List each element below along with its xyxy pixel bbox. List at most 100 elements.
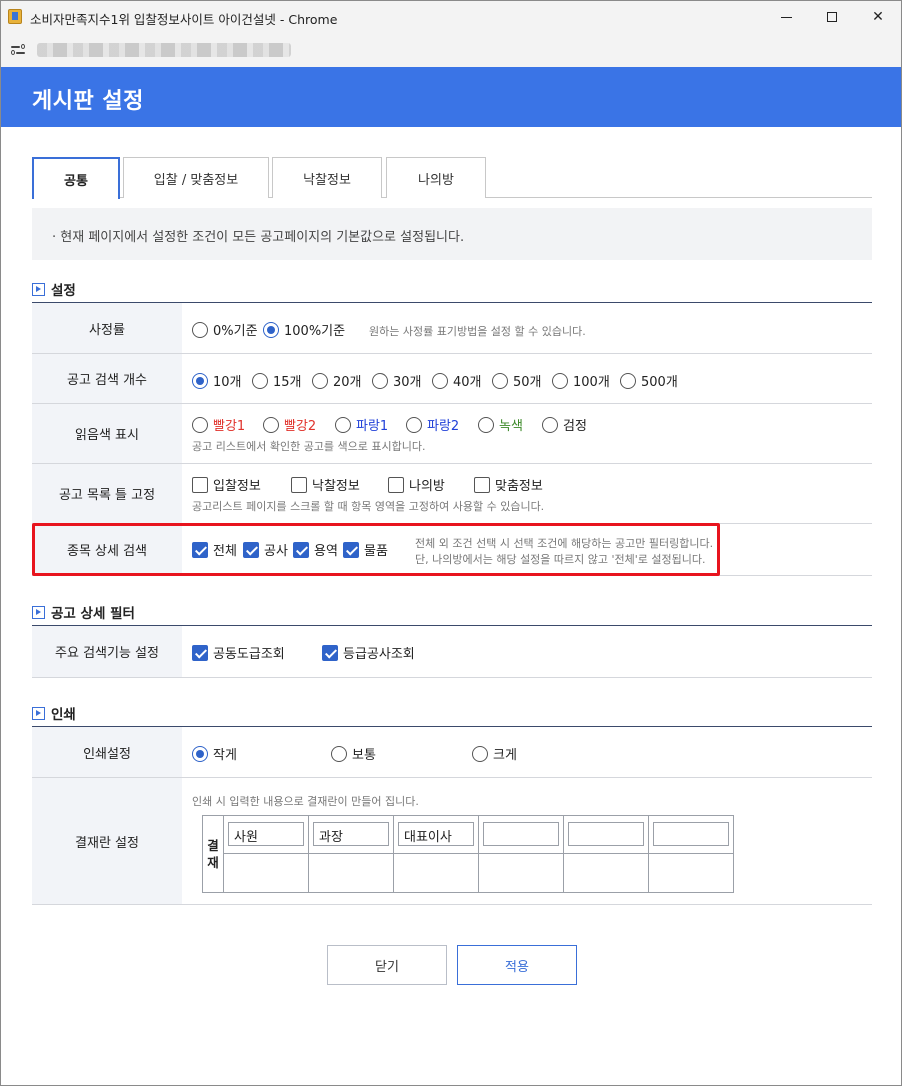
count-option-20[interactable]: 20개	[312, 371, 362, 390]
fix-option-custom[interactable]: 맞춤정보	[474, 475, 543, 494]
count-option-10[interactable]: 10개	[192, 371, 242, 390]
approval-field-6[interactable]	[653, 822, 729, 846]
radio-icon	[542, 416, 558, 433]
minimize-button[interactable]	[763, 1, 809, 33]
checkbox-checked-icon	[192, 644, 208, 661]
approval-field-4[interactable]	[483, 822, 559, 846]
section-settings-title: 설정	[51, 283, 76, 299]
joint-contract-option[interactable]: 공동도급조회	[192, 643, 285, 662]
read-color-label: 읽음색 표시	[32, 404, 182, 463]
option-label: 30개	[393, 375, 422, 390]
print-setting-label: 인쇄설정	[32, 727, 182, 777]
option-label: 파랑1	[356, 419, 389, 434]
fix-option-my-room[interactable]: 나의방	[388, 475, 445, 494]
count-option-30[interactable]: 30개	[372, 371, 422, 390]
site-settings-icon[interactable]	[11, 43, 25, 57]
apply-button[interactable]: 적용	[457, 945, 577, 985]
option-label: 15개	[273, 375, 302, 390]
count-option-40[interactable]: 40개	[432, 371, 482, 390]
radio-icon	[312, 372, 328, 389]
tab-common[interactable]: 공통	[32, 157, 120, 199]
option-label: 입찰정보	[213, 479, 261, 494]
option-label: 0%기준	[213, 324, 258, 339]
read-color-red1[interactable]: 빨강1	[192, 415, 245, 434]
radio-icon	[432, 372, 448, 389]
page-title: 게시판 설정	[32, 89, 144, 114]
maximize-icon	[827, 12, 837, 22]
radio-icon	[252, 372, 268, 389]
count-option-15[interactable]: 15개	[252, 371, 302, 390]
option-label: 20개	[333, 375, 362, 390]
section-print-title: 인쇄	[51, 707, 76, 723]
url-text-blurred[interactable]	[37, 43, 291, 57]
option-label: 작게	[213, 748, 237, 763]
print-table: 인쇄설정 작게 보통 크게 결재란 설정 인쇄 시 입력한 내용으로 결재란이 …	[32, 726, 872, 905]
section-arrow-icon	[32, 605, 45, 619]
option-label: 빨강1	[213, 419, 246, 434]
approval-hint: 인쇄 시 입력한 내용으로 결재란이 만들어 집니다.	[192, 795, 419, 808]
row-main-search: 주요 검색기능 설정 공동도급조회 등급공사조회	[32, 626, 872, 678]
fix-option-bid[interactable]: 입찰정보	[192, 475, 261, 494]
section-arrow-icon	[32, 706, 45, 720]
read-color-green[interactable]: 녹색	[478, 415, 523, 434]
fix-option-award[interactable]: 낙찰정보	[291, 475, 360, 494]
option-label: 보통	[352, 748, 376, 763]
checkbox-icon	[192, 476, 208, 493]
print-size-small[interactable]: 작게	[192, 744, 237, 763]
maximize-button[interactable]	[809, 1, 855, 33]
option-label: 500개	[641, 375, 678, 390]
option-label: 나의방	[409, 479, 445, 494]
checkbox-icon	[474, 476, 490, 493]
approval-field-1[interactable]: 사원	[228, 822, 304, 846]
fix-label: 공고 목록 틀 고정	[32, 464, 182, 523]
radio-icon	[263, 416, 279, 433]
read-color-blue1[interactable]: 파랑1	[335, 415, 388, 434]
checkbox-checked-icon	[322, 644, 338, 661]
approval-grid: 결 재 사원 과장 대표이사	[202, 815, 734, 893]
read-color-red2[interactable]: 빨강2	[263, 415, 316, 434]
page-header: 게시판 설정	[1, 67, 901, 127]
minimize-icon	[780, 16, 792, 18]
rate-option-100[interactable]: 100%기준	[263, 320, 345, 339]
filter-table: 주요 검색기능 설정 공동도급조회 등급공사조회	[32, 625, 872, 678]
main-search-label: 주요 검색기능 설정	[32, 626, 182, 677]
read-color-blue2[interactable]: 파랑2	[406, 415, 459, 434]
rate-hint: 원하는 사정률 표기방법을 설정 할 수 있습니다.	[369, 325, 586, 338]
count-option-50[interactable]: 50개	[492, 371, 542, 390]
option-label: 100개	[573, 375, 610, 390]
read-color-black[interactable]: 검정	[542, 415, 587, 434]
option-label: 검정	[563, 419, 587, 434]
tab-bid-custom[interactable]: 입찰 / 맞춤정보	[123, 157, 269, 198]
count-option-500[interactable]: 500개	[620, 371, 678, 390]
print-size-normal[interactable]: 보통	[331, 744, 376, 763]
print-size-large[interactable]: 크게	[472, 744, 517, 763]
radio-icon	[552, 372, 568, 389]
rate-option-0[interactable]: 0%기준	[192, 320, 258, 339]
row-search-count: 공고 검색 개수 10개 15개 20개 30개 40개 50개 100개 50…	[32, 354, 872, 404]
approval-field-3[interactable]: 대표이사	[398, 822, 474, 846]
row-print-setting: 인쇄설정 작게 보통 크게	[32, 727, 872, 778]
count-label: 공고 검색 개수	[32, 354, 182, 403]
approval-column	[649, 816, 734, 892]
section-settings: 설정	[32, 279, 76, 299]
approval-column: 대표이사	[394, 816, 479, 892]
radio-icon	[335, 416, 351, 433]
checkbox-icon	[291, 476, 307, 493]
title-bar: 소비자만족지수1위 입찰정보사이트 아이건설넷 - Chrome ✕	[1, 1, 901, 33]
close-button[interactable]: 닫기	[327, 945, 447, 985]
tab-my-room[interactable]: 나의방	[386, 157, 486, 198]
option-label: 낙찰정보	[312, 479, 360, 494]
row-approval: 결재란 설정 인쇄 시 입력한 내용으로 결재란이 만들어 집니다. 결 재 사…	[32, 778, 872, 905]
close-icon: ✕	[872, 9, 884, 25]
close-window-button[interactable]: ✕	[855, 1, 901, 33]
approval-field-5[interactable]	[568, 822, 644, 846]
count-option-100[interactable]: 100개	[552, 371, 610, 390]
section-filter: 공고 상세 필터	[32, 602, 135, 622]
approval-label: 결재란 설정	[32, 778, 182, 904]
approval-field-2[interactable]: 과장	[313, 822, 389, 846]
radio-icon	[492, 372, 508, 389]
approval-header-1: 결	[207, 838, 219, 853]
tab-award[interactable]: 낙찰정보	[272, 157, 382, 198]
grade-construction-option[interactable]: 등급공사조회	[322, 643, 415, 662]
option-label: 공동도급조회	[213, 647, 285, 662]
